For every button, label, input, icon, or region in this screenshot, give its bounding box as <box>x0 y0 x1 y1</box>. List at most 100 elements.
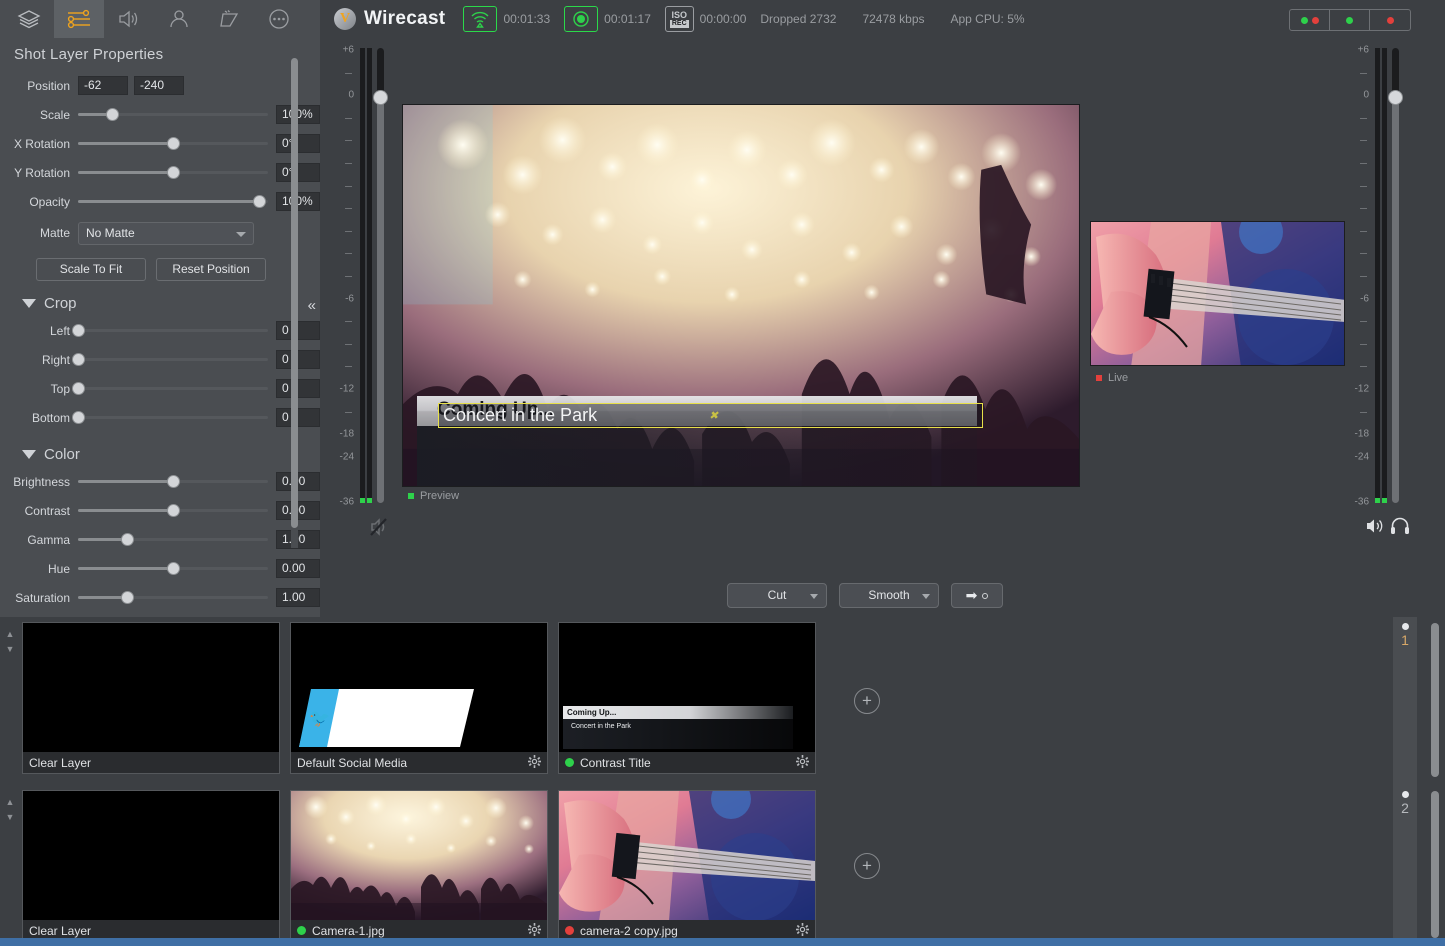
property-value-input[interactable]: 0 <box>276 379 320 398</box>
meter-tick <box>345 163 352 164</box>
shot-tile[interactable]: Clear Layer <box>22 790 280 942</box>
property-slider[interactable] <box>78 105 268 124</box>
property-slider[interactable] <box>78 472 268 491</box>
transition-type-select[interactable]: Cut <box>727 583 827 608</box>
property-slider[interactable] <box>78 163 268 182</box>
layers-icon[interactable] <box>4 0 54 38</box>
more-icon[interactable] <box>254 0 304 38</box>
property-slider[interactable] <box>78 559 268 578</box>
move-down-arrow-icon[interactable]: ▼ <box>0 642 20 657</box>
iso-record-button[interactable]: ISO REC <box>665 6 694 32</box>
property-slider[interactable] <box>78 501 268 520</box>
meter-tick <box>345 118 352 119</box>
add-shot-button[interactable]: + <box>854 688 880 714</box>
transition-speed-select[interactable]: Smooth <box>839 583 939 608</box>
sliders-icon[interactable] <box>54 0 104 38</box>
status-light-both[interactable] <box>1290 10 1330 30</box>
record-button[interactable] <box>564 6 598 32</box>
meter-tick-label: -24 <box>340 451 354 462</box>
gear-icon[interactable] <box>796 923 809 939</box>
gear-icon[interactable] <box>528 923 541 939</box>
property-slider[interactable] <box>78 379 268 398</box>
position-x-input[interactable]: -62 <box>78 76 128 95</box>
property-slider[interactable] <box>78 321 268 340</box>
position-row: Position -62 -240 <box>0 71 320 100</box>
move-up-arrow-icon[interactable]: ▲ <box>0 627 20 642</box>
position-y-input[interactable]: -240 <box>134 76 184 95</box>
property-row-top: Top 0 <box>0 374 320 403</box>
property-value-input[interactable]: 0° <box>276 163 320 182</box>
status-light-green[interactable] <box>1330 10 1370 30</box>
property-slider[interactable] <box>78 350 268 369</box>
property-row-left: Left0 <box>0 316 320 345</box>
mute-speaker-icon[interactable] <box>368 515 394 544</box>
stream-broadcast-button[interactable] <box>463 6 497 32</box>
wirecast-logo-icon: V <box>334 8 356 30</box>
position-label: Position <box>0 79 78 93</box>
property-slider[interactable] <box>78 408 268 427</box>
speaker-icon[interactable] <box>1365 517 1385 540</box>
shot-tile[interactable]: Coming Up...Concert in the ParkContrast … <box>558 622 816 774</box>
shot-icon[interactable] <box>204 0 254 38</box>
property-slider[interactable] <box>78 588 268 607</box>
property-value-input[interactable]: 0° <box>276 134 320 153</box>
property-value-input[interactable]: 0.00 <box>276 501 320 520</box>
layer-number-badge[interactable]: 1 <box>1393 617 1417 785</box>
property-row-x-rotation: X Rotation0° <box>0 129 320 158</box>
shot-tile[interactable]: Camera-1.jpg <box>290 790 548 942</box>
property-value-input[interactable]: 0.00 <box>276 472 320 491</box>
audio-icon[interactable] <box>104 0 154 38</box>
property-value-input[interactable]: 0 <box>276 408 320 427</box>
property-slider[interactable] <box>78 530 268 549</box>
crop-section-header[interactable]: Crop <box>0 281 320 316</box>
chevron-down-icon <box>810 594 818 599</box>
property-row-right: Right0 <box>0 345 320 374</box>
matte-select[interactable]: No Matte <box>78 222 254 245</box>
collapse-panel-button[interactable]: « <box>308 297 316 314</box>
scale-to-fit-button[interactable]: Scale To Fit <box>36 258 146 281</box>
preview-monitor[interactable]: Coming Up... Concert in the Park ✖ <box>402 104 1080 487</box>
chevron-down-icon <box>922 594 930 599</box>
property-value-input[interactable]: 0 <box>276 321 320 340</box>
live-label: Live <box>1096 372 1128 384</box>
property-row-brightness: Brightness0.00 <box>0 467 320 496</box>
headphone-icon[interactable] <box>1390 517 1410 540</box>
property-value-input[interactable]: 1.00 <box>276 530 320 549</box>
preview-volume-slider[interactable] <box>377 48 384 503</box>
person-icon[interactable] <box>154 0 204 38</box>
move-up-arrow-icon[interactable]: ▲ <box>0 795 20 810</box>
row-scrollbar[interactable] <box>1431 791 1439 938</box>
shot-tile[interactable]: camera-2 copy.jpg <box>558 790 816 942</box>
move-down-arrow-icon[interactable]: ▼ <box>0 810 20 825</box>
gear-icon[interactable] <box>796 755 809 771</box>
meter-tick <box>1360 412 1367 413</box>
shot-tile[interactable]: 🐦Default Social Media <box>290 622 548 774</box>
live-monitor[interactable] <box>1090 221 1345 366</box>
reset-position-button[interactable]: Reset Position <box>156 258 266 281</box>
property-value-input[interactable]: 100% <box>276 105 320 124</box>
row-scrollbar[interactable] <box>1431 623 1439 777</box>
property-value-input[interactable]: 1.00 <box>276 588 320 607</box>
go-button[interactable]: ➡ <box>951 583 1003 608</box>
live-volume-slider[interactable] <box>1392 48 1399 503</box>
panel-scrollbar[interactable] <box>291 58 298 548</box>
property-value-input[interactable]: 0 <box>276 350 320 369</box>
gear-icon[interactable] <box>528 755 541 771</box>
status-light-red[interactable] <box>1370 10 1410 30</box>
layer-number-badge[interactable]: 2 <box>1393 785 1417 946</box>
property-value-input[interactable]: 0.00 <box>276 559 320 578</box>
lower-third-text-input[interactable]: Concert in the Park ✖ <box>438 403 983 428</box>
property-label: Top <box>0 382 78 396</box>
shot-name: camera-2 copy.jpg <box>580 924 678 938</box>
property-slider[interactable] <box>78 192 268 211</box>
property-value-input[interactable]: 100% <box>276 192 320 211</box>
iso-timecode: 00:00:00 <box>700 12 747 26</box>
shot-tile[interactable]: Clear Layer <box>22 622 280 774</box>
add-shot-button[interactable]: + <box>854 853 880 879</box>
text-cursor-icon: ✖ <box>709 409 718 422</box>
color-section-header[interactable]: Color <box>0 432 320 467</box>
meter-tick <box>1360 73 1367 74</box>
arrow-right-icon: ➡ <box>966 587 978 604</box>
row-reorder-arrows: ▲▼ <box>0 785 20 946</box>
property-slider[interactable] <box>78 134 268 153</box>
